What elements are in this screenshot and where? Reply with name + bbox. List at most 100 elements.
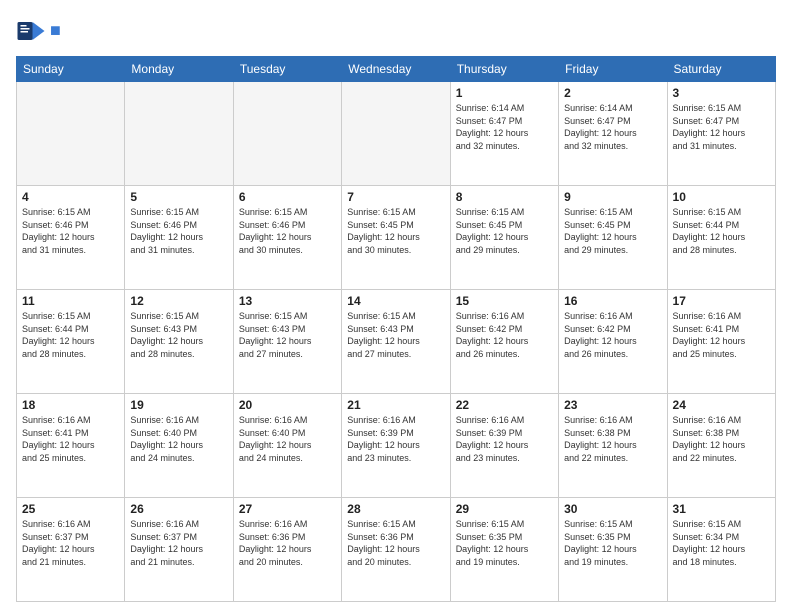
day-cell: 13 Sunrise: 6:15 AM Sunset: 6:43 PM Dayli…: [233, 290, 341, 394]
day-number: 28: [347, 502, 444, 516]
day-info: Sunrise: 6:14 AM Sunset: 6:47 PM Dayligh…: [456, 102, 553, 152]
day-number: 17: [673, 294, 770, 308]
day-cell: 10 Sunrise: 6:15 AM Sunset: 6:44 PM Dayli…: [667, 186, 775, 290]
day-info: Sunrise: 6:15 AM Sunset: 6:35 PM Dayligh…: [456, 518, 553, 568]
header-day-tuesday: Tuesday: [233, 57, 341, 82]
day-cell: 26 Sunrise: 6:16 AM Sunset: 6:37 PM Dayli…: [125, 498, 233, 602]
day-info: Sunrise: 6:15 AM Sunset: 6:45 PM Dayligh…: [564, 206, 661, 256]
day-cell: 7 Sunrise: 6:15 AM Sunset: 6:45 PM Daylig…: [342, 186, 450, 290]
week-row-3: 11Sunrise: 6:15 AM Sunset: 6:44 PM Dayli…: [17, 290, 776, 394]
day-cell: 2Sunrise: 6:14 AM Sunset: 6:47 PM Daylig…: [559, 82, 667, 186]
day-info: Sunrise: 6:16 AM Sunset: 6:39 PM Dayligh…: [347, 414, 444, 464]
day-cell: [233, 82, 341, 186]
header-day-wednesday: Wednesday: [342, 57, 450, 82]
week-row-1: 1 Sunrise: 6:14 AM Sunset: 6:47 PM Daylig…: [17, 82, 776, 186]
logo: ■: [16, 16, 61, 46]
day-number: 27: [239, 502, 336, 516]
day-cell: [17, 82, 125, 186]
day-info: Sunrise: 6:15 AM Sunset: 6:35 PM Dayligh…: [564, 518, 661, 568]
day-number: 6: [239, 190, 336, 204]
day-cell: 29 Sunrise: 6:15 AM Sunset: 6:35 PM Dayli…: [450, 498, 558, 602]
day-info: Sunrise: 6:16 AM Sunset: 6:38 PM Dayligh…: [564, 414, 661, 464]
day-info: Sunrise: 6:15 AM Sunset: 6:43 PM Dayligh…: [130, 310, 227, 360]
day-cell: 12 Sunrise: 6:15 AM Sunset: 6:43 PM Dayli…: [125, 290, 233, 394]
header-day-monday: Monday: [125, 57, 233, 82]
logo-blue-dot: ■: [50, 20, 61, 40]
day-number: 3: [673, 86, 770, 100]
day-cell: 27 Sunrise: 6:16 AM Sunset: 6:36 PM Dayli…: [233, 498, 341, 602]
day-number: 1: [456, 86, 553, 100]
day-number: 24: [673, 398, 770, 412]
day-number: 30: [564, 502, 661, 516]
day-number: 26: [130, 502, 227, 516]
day-info: Sunrise: 6:15 AM Sunset: 6:45 PM Dayligh…: [456, 206, 553, 256]
day-info: Sunrise: 6:16 AM Sunset: 6:41 PM Dayligh…: [22, 414, 119, 464]
day-info: Sunrise: 6:16 AM Sunset: 6:40 PM Dayligh…: [130, 414, 227, 464]
day-cell: 1 Sunrise: 6:14 AM Sunset: 6:47 PM Daylig…: [450, 82, 558, 186]
header-row: SundayMondayTuesdayWednesdayThursdayFrid…: [17, 57, 776, 82]
day-info: Sunrise: 6:15 AM Sunset: 6:45 PM Dayligh…: [347, 206, 444, 256]
header-day-sunday: Sunday: [17, 57, 125, 82]
day-info: Sunrise: 6:16 AM Sunset: 6:42 PM Dayligh…: [564, 310, 661, 360]
day-number: 13: [239, 294, 336, 308]
day-number: 31: [673, 502, 770, 516]
day-number: 25: [22, 502, 119, 516]
day-info: Sunrise: 6:16 AM Sunset: 6:39 PM Dayligh…: [456, 414, 553, 464]
day-number: 19: [130, 398, 227, 412]
day-cell: 25 Sunrise: 6:16 AM Sunset: 6:37 PM Dayli…: [17, 498, 125, 602]
day-cell: 30 Sunrise: 6:15 AM Sunset: 6:35 PM Dayli…: [559, 498, 667, 602]
day-number: 18: [22, 398, 119, 412]
day-number: 23: [564, 398, 661, 412]
day-cell: 24 Sunrise: 6:16 AM Sunset: 6:38 PM Dayli…: [667, 394, 775, 498]
day-info: Sunrise: 6:15 AM Sunset: 6:46 PM Dayligh…: [130, 206, 227, 256]
day-cell: 5 Sunrise: 6:15 AM Sunset: 6:46 PM Daylig…: [125, 186, 233, 290]
day-cell: 22Sunrise: 6:16 AM Sunset: 6:39 PM Dayli…: [450, 394, 558, 498]
day-number: 9: [564, 190, 661, 204]
day-info: Sunrise: 6:16 AM Sunset: 6:37 PM Dayligh…: [22, 518, 119, 568]
day-number: 20: [239, 398, 336, 412]
day-cell: 21 Sunrise: 6:16 AM Sunset: 6:39 PM Dayli…: [342, 394, 450, 498]
day-number: 7: [347, 190, 444, 204]
day-info: Sunrise: 6:15 AM Sunset: 6:43 PM Dayligh…: [347, 310, 444, 360]
day-info: Sunrise: 6:16 AM Sunset: 6:38 PM Dayligh…: [673, 414, 770, 464]
day-number: 12: [130, 294, 227, 308]
week-row-5: 25 Sunrise: 6:16 AM Sunset: 6:37 PM Dayli…: [17, 498, 776, 602]
day-cell: 9 Sunrise: 6:15 AM Sunset: 6:45 PM Daylig…: [559, 186, 667, 290]
day-cell: 15Sunrise: 6:16 AM Sunset: 6:42 PM Dayli…: [450, 290, 558, 394]
day-info: Sunrise: 6:15 AM Sunset: 6:46 PM Dayligh…: [22, 206, 119, 256]
day-cell: 16 Sunrise: 6:16 AM Sunset: 6:42 PM Dayli…: [559, 290, 667, 394]
day-info: Sunrise: 6:15 AM Sunset: 6:44 PM Dayligh…: [22, 310, 119, 360]
header: ■: [16, 16, 776, 46]
day-cell: 11Sunrise: 6:15 AM Sunset: 6:44 PM Dayli…: [17, 290, 125, 394]
day-cell: 17 Sunrise: 6:16 AM Sunset: 6:41 PM Dayli…: [667, 290, 775, 394]
header-day-thursday: Thursday: [450, 57, 558, 82]
day-cell: 19 Sunrise: 6:16 AM Sunset: 6:40 PM Dayli…: [125, 394, 233, 498]
logo-icon: [16, 16, 46, 46]
day-cell: 28Sunrise: 6:15 AM Sunset: 6:36 PM Dayli…: [342, 498, 450, 602]
day-info: Sunrise: 6:15 AM Sunset: 6:43 PM Dayligh…: [239, 310, 336, 360]
day-info: Sunrise: 6:15 AM Sunset: 6:44 PM Dayligh…: [673, 206, 770, 256]
day-info: Sunrise: 6:16 AM Sunset: 6:36 PM Dayligh…: [239, 518, 336, 568]
day-number: 14: [347, 294, 444, 308]
day-info: Sunrise: 6:15 AM Sunset: 6:47 PM Dayligh…: [673, 102, 770, 152]
week-row-2: 4 Sunrise: 6:15 AM Sunset: 6:46 PM Daylig…: [17, 186, 776, 290]
logo-text: ■: [50, 21, 61, 41]
day-info: Sunrise: 6:16 AM Sunset: 6:40 PM Dayligh…: [239, 414, 336, 464]
day-number: 15: [456, 294, 553, 308]
day-info: Sunrise: 6:15 AM Sunset: 6:46 PM Dayligh…: [239, 206, 336, 256]
day-info: Sunrise: 6:16 AM Sunset: 6:37 PM Dayligh…: [130, 518, 227, 568]
day-number: 10: [673, 190, 770, 204]
day-cell: [125, 82, 233, 186]
day-cell: 6 Sunrise: 6:15 AM Sunset: 6:46 PM Daylig…: [233, 186, 341, 290]
day-number: 21: [347, 398, 444, 412]
day-number: 4: [22, 190, 119, 204]
day-info: Sunrise: 6:16 AM Sunset: 6:41 PM Dayligh…: [673, 310, 770, 360]
week-row-4: 18 Sunrise: 6:16 AM Sunset: 6:41 PM Dayli…: [17, 394, 776, 498]
day-cell: 18 Sunrise: 6:16 AM Sunset: 6:41 PM Dayli…: [17, 394, 125, 498]
day-number: 16: [564, 294, 661, 308]
day-number: 29: [456, 502, 553, 516]
day-number: 5: [130, 190, 227, 204]
day-cell: 23 Sunrise: 6:16 AM Sunset: 6:38 PM Dayli…: [559, 394, 667, 498]
day-cell: 31Sunrise: 6:15 AM Sunset: 6:34 PM Dayli…: [667, 498, 775, 602]
day-cell: 14 Sunrise: 6:15 AM Sunset: 6:43 PM Dayli…: [342, 290, 450, 394]
